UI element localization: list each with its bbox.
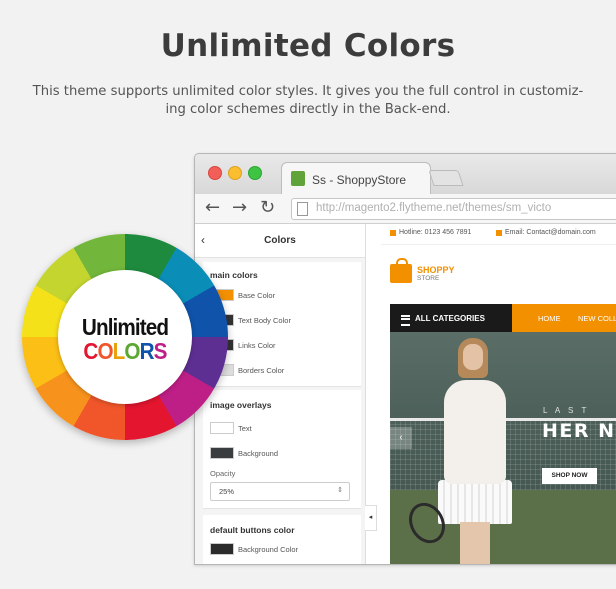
- phone-icon: [390, 230, 396, 236]
- shop-now-button[interactable]: SHOP NOW: [542, 468, 597, 484]
- swatch-label: Text Body Color: [238, 316, 291, 325]
- url-text: http://magento2.flytheme.net/themes/sm_v…: [316, 202, 552, 214]
- swatch-label: Text: [238, 424, 252, 433]
- badge-line-2: COLORS: [65, 338, 186, 365]
- maximize-window-dot[interactable]: [248, 166, 262, 180]
- default-buttons-section: default buttons color Background Color: [203, 515, 361, 564]
- hero-subtitle: L A S T: [543, 406, 590, 415]
- store-top-bar: Hotline: 0123 456 7891 Email: Contact@do…: [381, 224, 616, 245]
- badge-line-1: Unlimited: [81, 314, 169, 340]
- shopping-bag-icon: [291, 171, 305, 186]
- opacity-select[interactable]: 25% ⇕: [210, 482, 350, 501]
- back-arrow-icon[interactable]: ←: [205, 198, 220, 218]
- badge-letter: C: [83, 338, 98, 364]
- browser-content: ‹ Colors main colors Base Color Text Bod…: [195, 224, 616, 564]
- color-wheel-badge: Unlimited COLORS: [22, 234, 228, 440]
- page-heading: Unlimited Colors: [160, 28, 456, 64]
- browser-tab-bar: Ss - ShoppyStore: [195, 154, 616, 196]
- slider-prev-icon[interactable]: ‹: [390, 427, 412, 449]
- reload-icon[interactable]: ↻: [260, 198, 275, 218]
- nav-home[interactable]: HOME: [538, 314, 561, 323]
- store-menu-bar: ALL CATEGORIES HOME NEW COLL: [390, 304, 616, 332]
- new-tab-button[interactable]: [428, 170, 464, 186]
- swatch-label: Background: [238, 449, 279, 458]
- section-title: main colors: [210, 270, 258, 280]
- color-swatch-overlay-text[interactable]: [210, 422, 234, 434]
- colors-panel: ‹ Colors main colors Base Color Text Bod…: [195, 224, 366, 564]
- badge-letter: O: [97, 338, 113, 364]
- model-jacket: [444, 380, 506, 484]
- email-text[interactable]: Email: Contact@domain.com: [505, 229, 596, 236]
- model-skirt: [438, 480, 512, 524]
- color-swatch-overlay-background[interactable]: [210, 447, 234, 459]
- swatch-label: Borders Color: [238, 366, 285, 375]
- intro-line-2: ing color schemes directly in the Back-e…: [165, 102, 451, 117]
- intro-text: This theme supports unlimited color styl…: [18, 83, 598, 119]
- store-logo-icon[interactable]: [390, 258, 412, 283]
- tab-title: Ss - ShoppyStore: [312, 173, 407, 187]
- panel-header: ‹ Colors: [195, 224, 365, 258]
- close-window-dot[interactable]: [208, 166, 222, 180]
- browser-window: Ss - ShoppyStore ← → ↻ http://magento2.f…: [194, 153, 616, 565]
- swatch-label: Background Color: [238, 545, 299, 554]
- color-swatch-button-background[interactable]: [210, 543, 234, 555]
- hotline-text: Hotline: 0123 456 7891: [399, 229, 472, 236]
- minimize-window-dot[interactable]: [228, 166, 242, 180]
- section-title: default buttons color: [210, 525, 295, 535]
- all-categories-button[interactable]: ALL CATEGORIES: [415, 314, 485, 323]
- menu-icon: [401, 315, 410, 326]
- collapse-panel-button[interactable]: ◂: [365, 505, 377, 531]
- store-logo-sub: STORE: [417, 275, 440, 282]
- forward-arrow-icon[interactable]: →: [232, 198, 247, 218]
- select-arrows-icon: ⇕: [337, 487, 343, 494]
- page-icon: [297, 202, 308, 216]
- image-overlays-section: image overlays Text Background Opacity 2…: [203, 390, 361, 509]
- swatch-label: Links Color: [238, 341, 276, 350]
- mail-icon: [496, 230, 502, 236]
- badge-letter: L: [112, 338, 126, 364]
- intro-line-1: This theme supports unlimited color styl…: [32, 84, 584, 99]
- opacity-value: 25%: [219, 487, 235, 496]
- store-preview: Hotline: 0123 456 7891 Email: Contact@do…: [381, 224, 616, 564]
- address-bar[interactable]: http://magento2.flytheme.net/themes/sm_v…: [291, 198, 616, 220]
- badge-letter: O: [124, 338, 140, 364]
- opacity-label: Opacity: [210, 469, 236, 478]
- model-face: [463, 344, 483, 370]
- section-title: image overlays: [210, 400, 272, 410]
- badge-center: Unlimited COLORS: [58, 270, 192, 404]
- model-legs: [460, 522, 490, 564]
- badge-letter: S: [153, 338, 168, 364]
- panel-title: Colors: [264, 235, 296, 246]
- main-nav: HOME NEW COLL: [512, 304, 616, 332]
- swatch-label: Base Color: [238, 291, 276, 300]
- browser-nav-bar: ← → ↻ http://magento2.flytheme.net/theme…: [195, 194, 616, 224]
- nav-new-collection[interactable]: NEW COLL: [578, 314, 616, 323]
- hero-banner: ‹ L A S T HER N SHOP NOW: [390, 332, 616, 564]
- browser-tab[interactable]: Ss - ShoppyStore: [281, 162, 431, 196]
- hero-title: HER N: [542, 420, 616, 442]
- badge-letter: R: [139, 338, 155, 364]
- store-logo-name[interactable]: SHOPPY: [417, 265, 455, 275]
